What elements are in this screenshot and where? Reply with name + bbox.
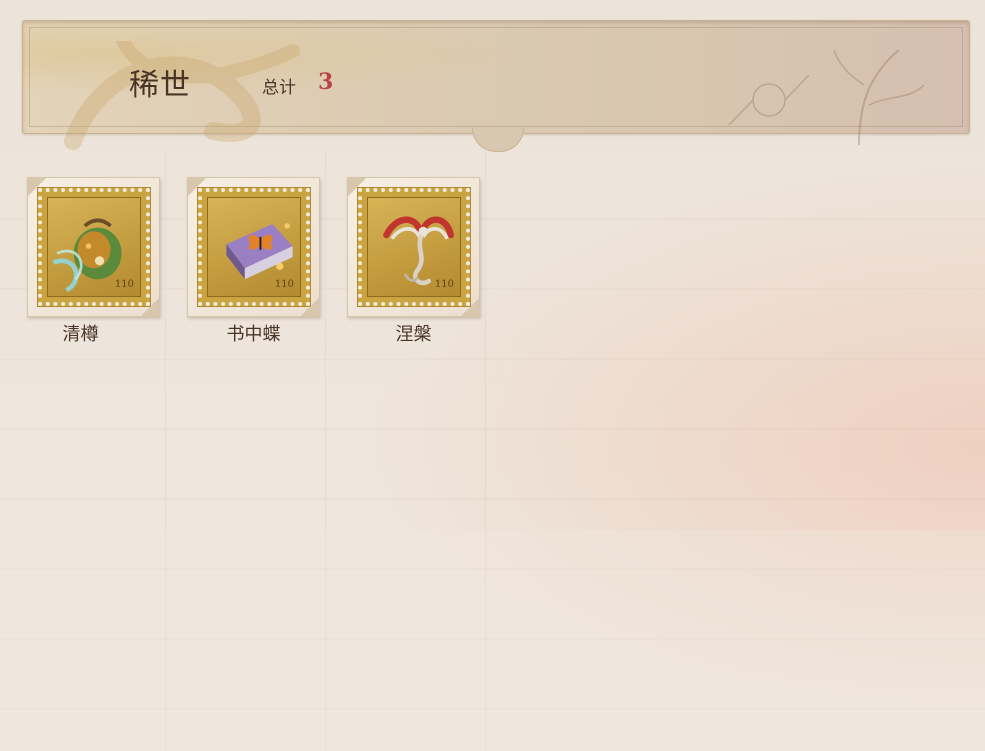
stamp-frame: 110 xyxy=(37,187,151,307)
banner-notch xyxy=(472,128,524,152)
stamp-frame: 110 xyxy=(357,187,471,307)
background-fade xyxy=(0,530,985,751)
stamp-frame: 110 xyxy=(197,187,311,307)
item-name: 书中蝶 xyxy=(226,324,281,345)
item-name: 涅槃 xyxy=(395,324,432,345)
collection-card[interactable]: 110 xyxy=(27,177,160,317)
collection-card[interactable]: 110 xyxy=(187,177,320,317)
total-label: 总计 xyxy=(262,78,296,98)
item-name: 清樽 xyxy=(62,324,99,345)
floral-ornament-icon xyxy=(728,49,925,146)
page-title: 稀世 xyxy=(129,68,191,103)
collection-card[interactable]: 110 xyxy=(347,177,480,317)
total-count: 3 xyxy=(318,69,334,95)
